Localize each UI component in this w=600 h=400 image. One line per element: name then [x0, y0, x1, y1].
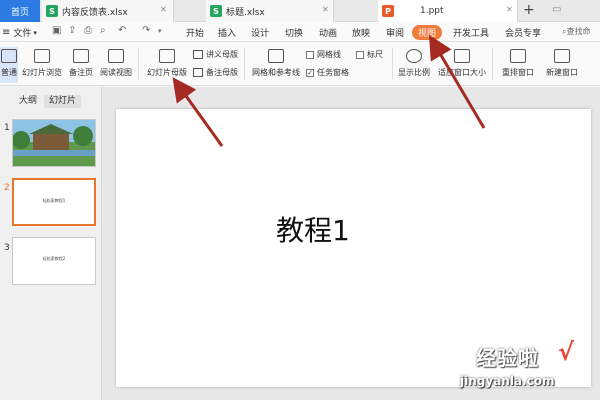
annotation-arrows	[172, 34, 486, 147]
checkmark-icon: √	[558, 338, 575, 366]
watermark-title: 经验啦	[476, 346, 539, 370]
watermark: 经验啦 √ jingyanla.com	[458, 338, 598, 398]
watermark-url: jingyanla.com	[460, 374, 555, 388]
arrow-to-slide-master	[172, 77, 224, 147]
arrow-to-view-menu	[428, 34, 486, 129]
